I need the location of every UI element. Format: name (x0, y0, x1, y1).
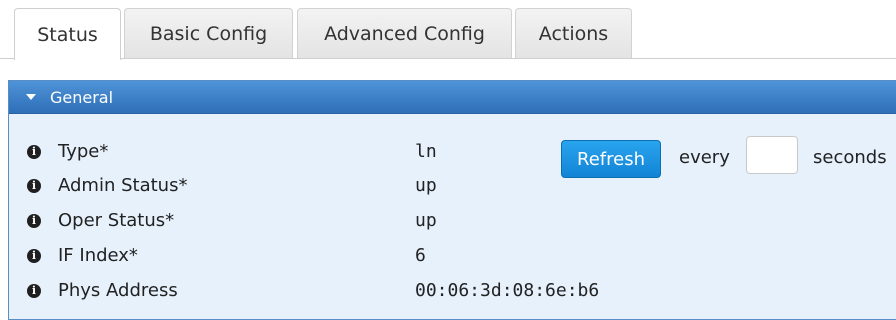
tab-actions[interactable]: Actions (515, 8, 632, 59)
info-icon[interactable]: i (27, 249, 41, 263)
tab-actions-label: Actions (538, 23, 609, 45)
tab-divider (0, 58, 896, 59)
info-icon[interactable]: i (27, 179, 41, 193)
tab-status-label: Status (37, 23, 98, 46)
row-value: up (415, 210, 437, 231)
row-value: 00:06:3d:08:6e:b6 (415, 280, 600, 301)
seconds-label: seconds (813, 147, 887, 168)
row-value: up (415, 175, 437, 196)
row-value: ln (415, 141, 437, 162)
row-phys-address: i Phys Address 00:06:3d:08:6e:b6 (9, 275, 896, 309)
row-oper-status: i Oper Status* up (9, 205, 896, 239)
info-icon[interactable]: i (27, 284, 41, 298)
every-label: every (679, 147, 730, 168)
info-icon[interactable]: i (27, 214, 41, 228)
row-label: Admin Status* (58, 175, 188, 196)
row-label: Type* (58, 141, 109, 162)
refresh-interval-input[interactable] (746, 136, 798, 174)
row-label: Phys Address (58, 280, 178, 301)
general-panel: General i Type* ln i Admin Status* up i … (8, 80, 896, 320)
row-label: Oper Status* (58, 210, 175, 231)
caret-down-icon (26, 94, 36, 100)
tab-bar: Status Basic Config Advanced Config Acti… (0, 0, 896, 60)
tab-status[interactable]: Status (14, 8, 121, 60)
tab-basic-config[interactable]: Basic Config (124, 8, 293, 59)
row-admin-status: i Admin Status* up (9, 170, 896, 204)
general-panel-header[interactable]: General (9, 81, 896, 114)
refresh-button[interactable]: Refresh (561, 140, 661, 178)
tab-advanced-config-label: Advanced Config (324, 23, 485, 45)
info-icon[interactable]: i (27, 145, 41, 159)
row-if-index: i IF Index* 6 (9, 240, 896, 274)
tab-basic-config-label: Basic Config (149, 23, 268, 45)
row-value: 6 (415, 245, 426, 266)
tab-advanced-config[interactable]: Advanced Config (297, 8, 512, 59)
general-panel-title: General (50, 87, 114, 107)
row-label: IF Index* (58, 245, 138, 266)
